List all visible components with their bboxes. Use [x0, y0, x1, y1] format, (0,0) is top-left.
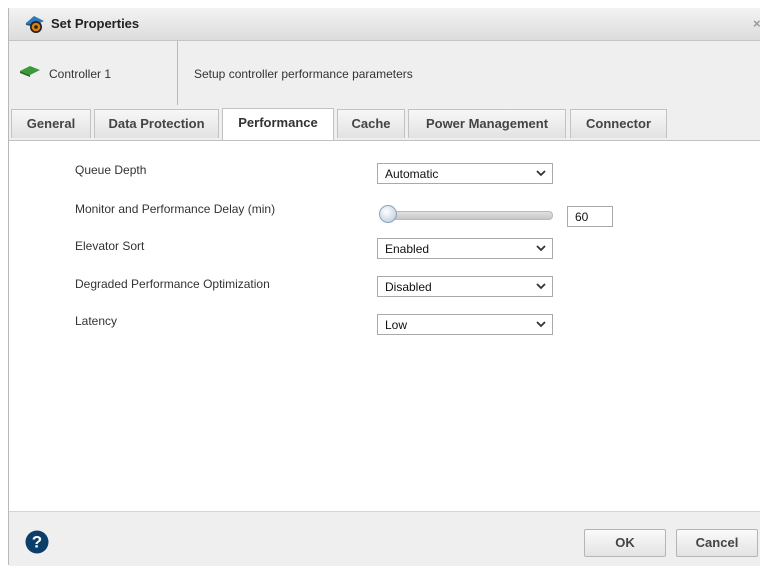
header-description: Setup controller performance parameters — [194, 67, 413, 81]
queue-depth-label: Queue Depth — [75, 163, 147, 177]
controller-card-icon — [20, 66, 40, 77]
dialog-footer: ? OK Cancel — [9, 511, 760, 566]
tab-data-protection[interactable]: Data Protection — [94, 109, 219, 138]
monitor-delay-label: Monitor and Performance Delay (min) — [75, 202, 276, 216]
monitor-delay-input[interactable]: 60 — [567, 206, 613, 227]
degraded-optimization-value: Disabled — [385, 280, 432, 294]
chevron-down-icon — [536, 321, 546, 328]
elevator-sort-value: Enabled — [385, 242, 430, 256]
controller-cell: Controller 1 — [9, 41, 178, 105]
monitor-delay-slider-handle[interactable] — [379, 205, 397, 223]
queue-depth-value: Automatic — [385, 167, 439, 181]
chevron-down-icon — [536, 170, 546, 177]
ok-button[interactable]: OK — [584, 529, 666, 557]
elevator-sort-select[interactable]: Enabled — [377, 238, 553, 259]
latency-select[interactable]: Low — [377, 314, 553, 335]
tab-connector[interactable]: Connector — [570, 109, 667, 138]
degraded-optimization-label: Degraded Performance Optimization — [75, 277, 270, 291]
title-bar: Set Properties × — [9, 8, 760, 41]
tab-cache[interactable]: Cache — [337, 109, 405, 138]
svg-text:?: ? — [32, 533, 42, 552]
set-properties-dialog: Set Properties × Controller 1 Setup cont… — [8, 8, 760, 566]
elevator-sort-label: Elevator Sort — [75, 239, 145, 253]
controller-header: Controller 1 Setup controller performanc… — [9, 41, 760, 105]
help-icon[interactable]: ? — [25, 530, 49, 554]
cancel-button[interactable]: Cancel — [676, 529, 758, 557]
close-button[interactable]: × — [753, 16, 760, 31]
controller-name: Controller 1 — [49, 67, 112, 81]
latency-value: Low — [385, 318, 408, 332]
tab-general[interactable]: General — [11, 109, 91, 138]
chevron-down-icon — [536, 245, 546, 252]
latency-label: Latency — [75, 314, 118, 328]
degraded-optimization-select[interactable]: Disabled — [377, 276, 553, 297]
chevron-down-icon — [536, 283, 546, 290]
monitor-delay-slider-track[interactable] — [382, 211, 553, 220]
queue-depth-select[interactable]: Automatic — [377, 163, 553, 184]
gear-settings-icon — [26, 16, 44, 33]
tab-bar: General Data Protection Performance Cach… — [9, 105, 760, 141]
tab-performance[interactable]: Performance — [222, 108, 334, 140]
dialog-title: Set Properties — [51, 16, 140, 31]
tab-power-management[interactable]: Power Management — [408, 109, 566, 138]
